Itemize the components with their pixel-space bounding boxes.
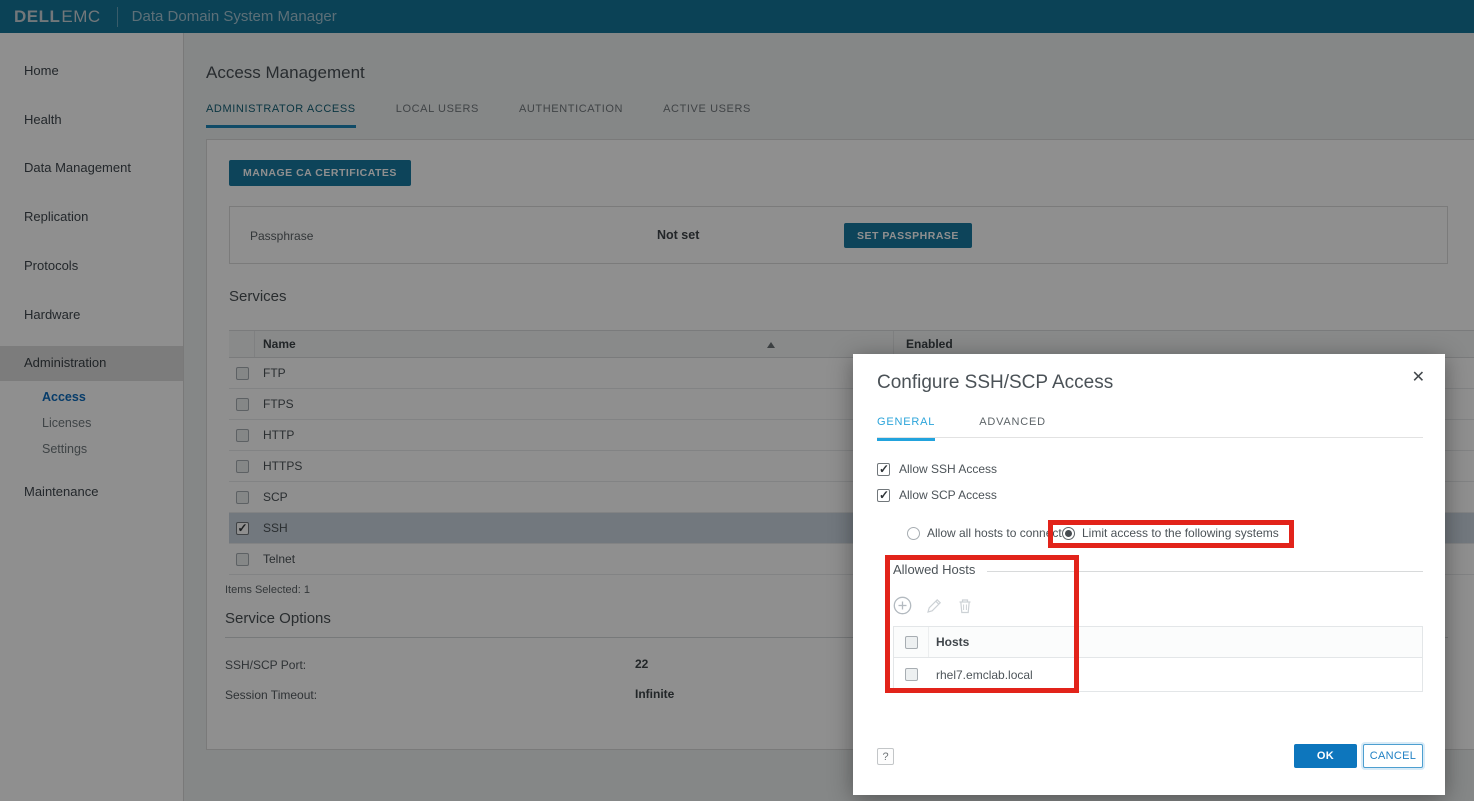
- help-icon[interactable]: ?: [877, 748, 894, 765]
- allow-ssh-access-row[interactable]: Allow SSH Access: [877, 462, 997, 476]
- allowed-hosts-table: Hosts rhel7.emclab.local: [893, 626, 1423, 692]
- allowed-hosts-header: Allowed Hosts: [893, 562, 1423, 577]
- allow-all-hosts-radio[interactable]: [907, 527, 920, 540]
- allow-ssh-checkbox[interactable]: [877, 463, 890, 476]
- allow-all-hosts-label: Allow all hosts to connect: [927, 526, 1062, 540]
- add-host-icon[interactable]: [893, 596, 912, 615]
- column-header-hosts[interactable]: Hosts: [929, 635, 969, 649]
- cancel-button[interactable]: CANCEL: [1363, 744, 1423, 768]
- allow-scp-access-row[interactable]: Allow SCP Access: [877, 488, 997, 502]
- allowed-hosts-table-header: Hosts: [894, 627, 1422, 658]
- page-root: DELL EMC Data Domain System Manager Home…: [0, 0, 1474, 801]
- limit-access-label: Limit access to the following systems: [1082, 526, 1279, 540]
- configure-ssh-scp-dialog: Configure SSH/SCP Access ✕ GENERAL ADVAN…: [853, 354, 1445, 795]
- dialog-title: Configure SSH/SCP Access: [877, 372, 1113, 394]
- allow-ssh-label: Allow SSH Access: [899, 462, 997, 476]
- limit-access-radio-row[interactable]: Limit access to the following systems: [1062, 526, 1279, 540]
- close-icon[interactable]: ✕: [1412, 370, 1425, 386]
- allow-all-hosts-radio-row[interactable]: Allow all hosts to connect: [907, 526, 1062, 540]
- select-all-hosts-checkbox[interactable]: [905, 636, 918, 649]
- limit-access-radio[interactable]: [1062, 527, 1075, 540]
- allow-scp-label: Allow SCP Access: [899, 488, 997, 502]
- ok-button[interactable]: OK: [1294, 744, 1357, 768]
- delete-host-icon[interactable]: [956, 597, 974, 615]
- dialog-tabs-divider: [877, 437, 1423, 438]
- edit-host-icon[interactable]: [925, 597, 943, 615]
- allowed-hosts-heading: Allowed Hosts: [893, 562, 975, 577]
- table-row-host[interactable]: rhel7.emclab.local: [894, 658, 1422, 691]
- host-row-checkbox[interactable]: [905, 668, 918, 681]
- allowed-hosts-divider: [987, 571, 1423, 572]
- allowed-hosts-toolbar: [893, 596, 974, 615]
- allow-scp-checkbox[interactable]: [877, 489, 890, 502]
- host-name: rhel7.emclab.local: [929, 668, 1033, 682]
